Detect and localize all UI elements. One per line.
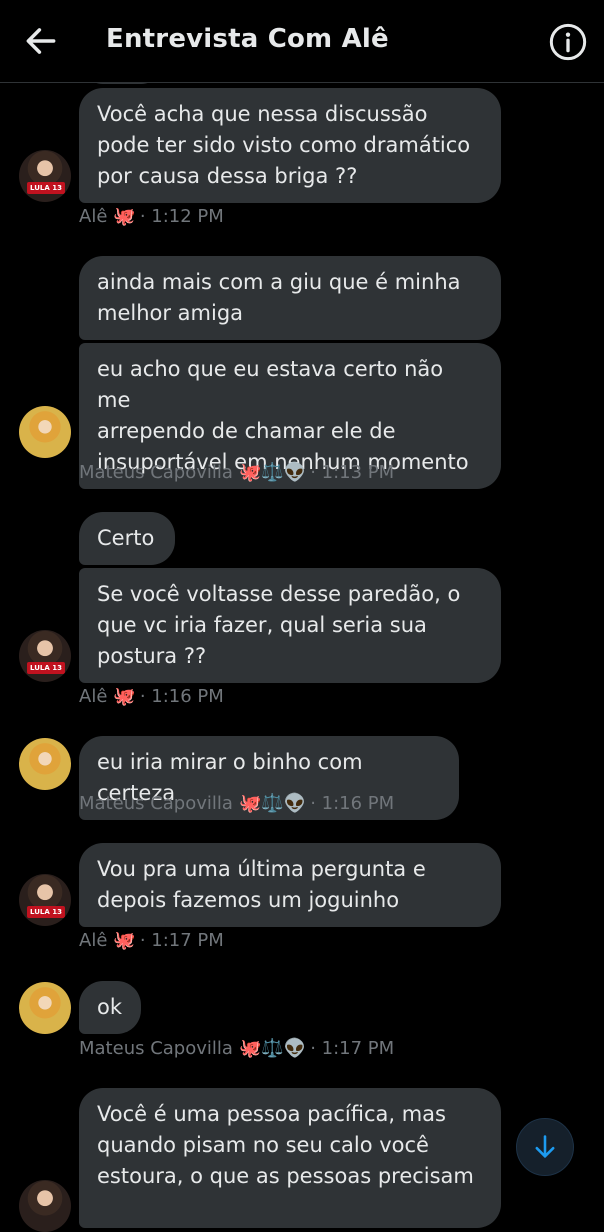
lula-badge: LULA 13 <box>27 906 65 918</box>
sender-name: Alê <box>79 930 108 951</box>
message-line: eu acho que eu estava certo não me <box>97 357 444 412</box>
message-meta: Alê 🐙 · 1:17 PM <box>79 930 224 951</box>
timestamp: · 1:16 PM <box>139 686 224 707</box>
message-line: melhor amiga <box>97 301 244 325</box>
message-bubble[interactable]: Você acha que nessa discussão pode ter s… <box>79 88 501 203</box>
timestamp: · 1:17 PM <box>139 930 224 951</box>
message-bubble[interactable]: Você é uma pessoa pacífica, mas quando p… <box>79 1088 501 1228</box>
sender-name: Alê <box>79 206 108 227</box>
message-meta: Mateus Capovilla 🐙⚖️👽 · 1:13 PM <box>79 462 394 483</box>
message-line: Você acha que nessa discussão <box>97 102 428 126</box>
avatar[interactable]: LULA 13 <box>19 874 71 926</box>
message-bubble[interactable]: Vou pra uma última pergunta e depois faz… <box>79 843 501 927</box>
message-line: Vou pra uma última pergunta e <box>97 857 426 881</box>
timestamp: · 1:16 PM <box>310 793 395 814</box>
scroll-to-bottom-button[interactable] <box>516 1118 574 1176</box>
sender-name: Mateus Capovilla <box>79 793 233 814</box>
avatar[interactable]: LULA 13 <box>19 630 71 682</box>
arrow-left-icon <box>26 28 56 54</box>
message-line: Certo <box>97 526 155 550</box>
message-line: postura ?? <box>97 644 207 668</box>
avatar[interactable] <box>19 982 71 1034</box>
message-line: Se você voltasse desse paredão, o <box>97 582 461 606</box>
message-meta: Mateus Capovilla 🐙⚖️👽 · 1:16 PM <box>79 793 394 814</box>
message-line: Você é uma pessoa pacífica, mas <box>97 1102 446 1126</box>
message-bubble[interactable]: Certo <box>79 512 175 565</box>
message-line: que vc iria fazer, qual seria sua <box>97 613 427 637</box>
message-line: estoura, o que as pessoas precisam <box>97 1164 474 1188</box>
avatar[interactable] <box>19 406 71 458</box>
octopus-scales-alien-icons: 🐙⚖️👽 <box>238 793 307 814</box>
back-button[interactable] <box>22 22 60 60</box>
message-line: arrependo de chamar ele de <box>97 419 396 443</box>
message-bubble[interactable]: ok <box>79 981 141 1034</box>
avatar[interactable] <box>19 738 71 790</box>
message-line: por causa dessa briga ?? <box>97 164 358 188</box>
octopus-scales-alien-icons: 🐙⚖️👽 <box>238 1038 307 1059</box>
octopus-icon: 🐙 <box>113 206 136 227</box>
octopus-scales-alien-icons: 🐙⚖️👽 <box>238 462 307 483</box>
message-bubble[interactable]: ainda mais com a giu que é minha melhor … <box>79 256 501 340</box>
avatar[interactable]: LULA 13 <box>19 150 71 202</box>
timestamp: · 1:12 PM <box>139 206 224 227</box>
avatar[interactable] <box>19 1180 71 1232</box>
message-line: ok <box>97 995 123 1019</box>
arrow-down-icon <box>535 1135 555 1158</box>
sender-name: Mateus Capovilla <box>79 462 233 483</box>
lula-badge: LULA 13 <box>27 182 65 194</box>
message-line: ainda mais com a giu que é minha <box>97 270 461 294</box>
message-feed: Você acha que nessa discussão pode ter s… <box>0 0 604 1232</box>
info-button[interactable] <box>548 22 588 62</box>
timestamp: · 1:13 PM <box>310 462 395 483</box>
octopus-icon: 🐙 <box>113 686 136 707</box>
sender-name: Mateus Capovilla <box>79 1038 233 1059</box>
message-meta: Alê 🐙 · 1:12 PM <box>79 206 224 227</box>
info-icon <box>549 23 587 61</box>
sender-name: Alê <box>79 686 108 707</box>
message-line: depois fazemos um joguinho <box>97 888 400 912</box>
message-meta: Alê 🐙 · 1:16 PM <box>79 686 224 707</box>
conversation-title: Entrevista Com Alê <box>106 24 389 54</box>
message-line: quando pisam no seu calo você <box>97 1133 429 1157</box>
message-line: pode ter sido visto como dramático <box>97 133 471 157</box>
message-bubble[interactable]: Se você voltasse desse paredão, o que vc… <box>79 568 501 683</box>
message-meta: Mateus Capovilla 🐙⚖️👽 · 1:17 PM <box>79 1038 394 1059</box>
top-app-bar: Entrevista Com Alê <box>0 0 604 83</box>
timestamp: · 1:17 PM <box>310 1038 395 1059</box>
octopus-icon: 🐙 <box>113 930 136 951</box>
lula-badge: LULA 13 <box>27 662 65 674</box>
